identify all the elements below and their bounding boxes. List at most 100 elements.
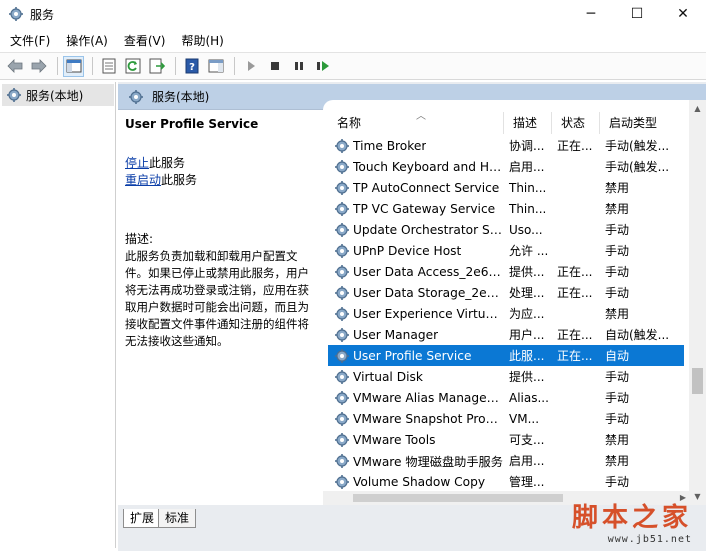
show-hide-console-tree-button[interactable]	[63, 55, 84, 77]
maximize-button[interactable]: ☐	[614, 0, 660, 28]
service-gear-icon	[335, 369, 349, 384]
table-row[interactable]: User Data Storage_2e621 处理... 正在... 手动	[328, 282, 684, 303]
tab-extended[interactable]: 扩展	[123, 509, 162, 528]
cell-description: 此服...	[509, 349, 545, 363]
cell-description: 提供...	[509, 370, 545, 384]
table-row[interactable]: User Data Access_2e621 提供... 正在... 手动	[328, 261, 684, 282]
scrollbar-thumb[interactable]	[692, 368, 703, 394]
column-header-name[interactable]: 名称 ︿	[328, 111, 504, 134]
console-tree-pane: 服务(本地)	[0, 82, 116, 548]
cell-startup-type: 自动	[605, 349, 630, 363]
cell-startup-type: 手动	[605, 286, 630, 300]
cell-name: Touch Keyboard and Ha...	[328, 159, 504, 175]
watermark-logo-text: 脚本之家	[571, 503, 692, 533]
column-header-status[interactable]: 状态	[552, 112, 600, 134]
service-name: User Data Access_2e621	[353, 264, 503, 279]
back-button[interactable]	[4, 56, 25, 77]
minimize-button[interactable]: ─	[568, 0, 614, 28]
cell-name: Update Orchestrator Ser...	[328, 222, 504, 238]
tab-standard[interactable]: 标准	[158, 509, 197, 528]
cell-startup-type: 手动	[605, 370, 630, 384]
restart-service-button[interactable]	[312, 56, 333, 77]
refresh-button[interactable]	[122, 56, 143, 77]
service-gear-icon	[335, 453, 349, 468]
export-list-button[interactable]	[146, 56, 167, 77]
stop-service-link[interactable]: 停止	[125, 156, 149, 170]
service-name: User Experience Virtualiz...	[353, 306, 503, 321]
table-row[interactable]: Volume Shadow Copy 管理... 手动	[328, 471, 684, 492]
cell-description: 启用...	[509, 160, 545, 174]
cell-startup-type: 手动	[605, 412, 630, 426]
table-row[interactable]: Update Orchestrator Ser... Uso... 手动	[328, 219, 684, 240]
menu-help[interactable]: 帮助(H)	[175, 30, 229, 52]
service-gear-icon	[335, 243, 349, 258]
menu-file[interactable]: 文件(F)	[4, 30, 56, 52]
service-gear-icon	[335, 390, 349, 405]
cell-name: TP AutoConnect Service	[328, 180, 504, 196]
export-icon	[149, 58, 165, 74]
vertical-scrollbar[interactable]: ▲ ▼	[689, 100, 706, 505]
service-gear-icon	[335, 159, 349, 174]
table-row[interactable]: User Experience Virtualiz... 为应... 禁用	[328, 303, 684, 324]
start-service-button[interactable]	[240, 56, 261, 77]
table-row[interactable]: Time Broker 协调... 正在... 手动(触发...	[328, 135, 684, 156]
cell-description: Uso...	[509, 222, 543, 237]
cell-startup-type: 手动	[605, 475, 630, 489]
cell-startup-type: 禁用	[605, 433, 630, 447]
toolbar-separator	[234, 57, 235, 75]
service-gear-icon	[335, 411, 349, 426]
scroll-up-arrow-icon[interactable]: ▲	[689, 100, 706, 117]
table-row[interactable]: Touch Keyboard and Ha... 启用... 手动(触发...	[328, 156, 684, 177]
service-gear-icon	[335, 180, 349, 195]
column-header-description[interactable]: 描述	[504, 112, 552, 134]
sort-ascending-icon: ︿	[416, 111, 426, 122]
toolbar-separator	[175, 57, 176, 75]
service-name: Volume Shadow Copy	[353, 474, 486, 489]
table-row[interactable]: VMware Alias Manager a... Alias... 手动	[328, 387, 684, 408]
table-row[interactable]: VMware 物理磁盘助手服务 启用... 禁用	[328, 450, 684, 471]
cell-description: 提供...	[509, 265, 545, 279]
table-row[interactable]: Virtual Disk 提供... 手动	[328, 366, 684, 387]
cell-description: 允许 ...	[509, 244, 549, 258]
table-row[interactable]: VMware Snapshot Provid... VM... 手动	[328, 408, 684, 429]
table-row[interactable]: User Profile Service 此服... 正在... 自动	[328, 345, 684, 366]
table-row[interactable]: User Manager 用户... 正在... 自动(触发...	[328, 324, 684, 345]
table-row[interactable]: TP VC Gateway Service Thin... 禁用	[328, 198, 684, 219]
table-row[interactable]: TP AutoConnect Service Thin... 禁用	[328, 177, 684, 198]
properties-icon	[102, 58, 115, 74]
cell-status: 正在...	[557, 286, 593, 300]
show-action-pane-button[interactable]	[205, 56, 226, 77]
service-name: VMware 物理磁盘助手服务	[353, 454, 503, 469]
service-gear-icon	[335, 264, 349, 279]
cell-description: 协调...	[509, 139, 545, 153]
properties-button[interactable]	[98, 56, 119, 77]
table-row[interactable]: VMware Tools 可支... 禁用	[328, 429, 684, 450]
column-header-startup-type[interactable]: 启动类型	[600, 112, 678, 134]
stop-service-button[interactable]	[264, 56, 285, 77]
table-row[interactable]: UPnP Device Host 允许 ... 手动	[328, 240, 684, 261]
close-button[interactable]: ✕	[660, 0, 706, 28]
refresh-icon	[125, 58, 140, 74]
forward-button[interactable]	[28, 56, 49, 77]
horizontal-scrollbar-thumb[interactable]	[353, 494, 563, 502]
restart-icon	[316, 61, 329, 71]
stop-suffix: 此服务	[149, 156, 186, 170]
menu-view[interactable]: 查看(V)	[118, 30, 172, 52]
service-name: TP VC Gateway Service	[353, 201, 496, 216]
restart-service-link[interactable]: 重启动	[125, 173, 161, 187]
tree-item-services-local[interactable]: 服务(本地)	[2, 84, 114, 106]
stop-action-row: 停止此服务	[125, 155, 316, 172]
service-name: Virtual Disk	[353, 369, 423, 384]
cell-description: Thin...	[509, 180, 547, 195]
pause-service-button[interactable]	[288, 56, 309, 77]
description-label: 描述:	[125, 232, 154, 246]
cell-startup-type: 禁用	[605, 202, 630, 216]
services-gear-icon	[129, 89, 143, 104]
cell-startup-type: 禁用	[605, 454, 630, 468]
service-name: User Data Storage_2e621	[353, 285, 503, 300]
menu-action[interactable]: 操作(A)	[60, 30, 114, 52]
help-button[interactable]: ?	[181, 56, 202, 77]
service-name: Update Orchestrator Ser...	[353, 222, 503, 237]
menu-bar: 文件(F) 操作(A) 查看(V) 帮助(H)	[0, 30, 234, 52]
service-name: Touch Keyboard and Ha...	[353, 159, 503, 174]
